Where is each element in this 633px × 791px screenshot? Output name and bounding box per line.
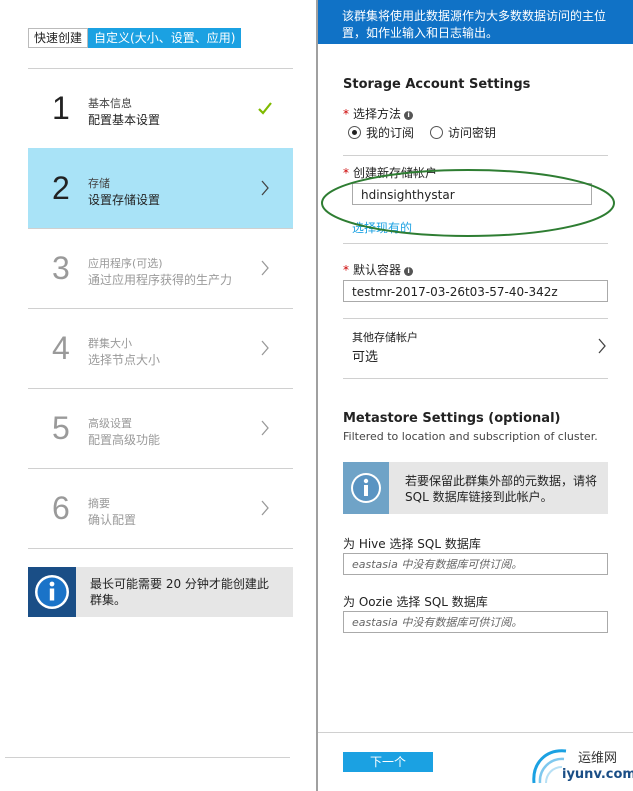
default-container-label-text: 默认容器 [353,263,402,277]
default-container-input[interactable]: testmr-2017-03-26t03-57-40-342z [343,280,608,302]
creation-time-notice: 最长可能需要 20 分钟才能创建此群集。 [28,567,293,617]
step-subtitle: 配置高级功能 [88,433,161,447]
watermark-text: 运维网 [578,751,618,766]
radio-label: 我的订阅 [366,126,415,140]
checkmark-icon [258,102,272,115]
chevron-right-icon [598,338,606,354]
radio-my-subscription[interactable]: 我的订阅 [348,124,414,141]
watermark-url: iyunv.com [562,767,633,782]
radio-label: 访问密钥 [448,126,497,140]
step-advanced[interactable]: 5 高级设置 配置高级功能 [28,388,293,468]
info-icon [343,462,389,514]
chevron-right-icon [261,420,269,436]
other-storage-accounts-row[interactable]: 其他存储帐户 可选 [343,318,608,378]
step-title: 摘要 [88,497,110,510]
step-title: 高级设置 [88,417,132,430]
chevron-right-icon [261,180,269,196]
required-marker: * [343,107,349,121]
next-button[interactable]: 下一个 [343,752,433,772]
radio-button[interactable] [430,126,443,139]
metastore-heading: Metastore Settings (optional) [343,411,561,426]
step-subtitle: 通过应用程序获得的生产力 [88,273,233,287]
custom-tab[interactable]: 自定义(大小、设置、应用) [88,28,242,48]
metastore-subheading: Filtered to location and subscription of… [343,430,598,443]
divider [343,378,608,379]
step-subtitle: 设置存储设置 [88,193,161,207]
step-applications[interactable]: 3 应用程序(可选) 通过应用程序获得的生产力 [28,228,293,308]
notice-text: 最长可能需要 20 分钟才能创建此群集。 [90,577,269,607]
oozie-db-label: 为 Oozie 选择 SQL 数据库 [343,595,488,609]
method-label: * 选择方法 i [343,105,414,122]
default-container-label: * 默认容器 i [343,261,414,278]
metastore-notice: 若要保留此群集外部的元数据，请将 SQL 数据库链接到此帐户。 [343,462,608,514]
info-icon: i [404,111,414,120]
method-label-text: 选择方法 [353,107,402,121]
step-subtitle: 确认配置 [88,513,137,527]
step-title: 群集大小 [88,337,132,350]
step-number: 1 [52,90,70,126]
step-basics[interactable]: 1 基本信息 配置基本设置 [28,68,293,148]
step-title: 基本信息 [88,97,132,110]
step-number: 6 [52,490,70,526]
divider [343,243,608,244]
bottom-divider [5,757,290,758]
oozie-db-selector[interactable]: eastasia 中没有数据库可供订阅。 [343,611,608,633]
info-icon [28,567,76,617]
step-number: 2 [52,170,70,206]
step-summary[interactable]: 6 摘要 确认配置 [28,468,293,548]
other-storage-title: 其他存储帐户 [352,331,418,344]
mode-toggle: 快速创建 自定义(大小、设置、应用) [28,28,242,48]
other-storage-value: 可选 [352,350,379,365]
chevron-right-icon [261,260,269,276]
hive-db-label: 为 Hive 选择 SQL 数据库 [343,537,481,551]
step-title: 应用程序(可选) [88,257,163,270]
footer-divider [318,732,633,733]
quick-create-tab[interactable]: 快速创建 [28,28,89,48]
step-number: 5 [52,410,70,446]
annotation-ellipse [321,169,615,237]
radio-access-key[interactable]: 访问密钥 [430,124,496,141]
step-subtitle: 选择节点大小 [88,353,161,367]
chevron-right-icon [261,500,269,516]
banner-text: 该群集将使用此数据源作为大多数数据访问的主位置，如作业输入和日志输出。 [342,9,607,40]
storage-blade: 该群集将使用此数据源作为大多数数据访问的主位置，如作业输入和日志输出。 Stor… [318,0,633,791]
data-source-banner: 该群集将使用此数据源作为大多数数据访问的主位置，如作业输入和日志输出。 [318,0,633,44]
info-icon: i [404,267,414,276]
step-subtitle: 配置基本设置 [88,113,161,127]
chevron-right-icon [261,340,269,356]
divider [28,548,293,549]
storage-heading: Storage Account Settings [343,77,531,92]
site-watermark: 运维网 iyunv.com [528,741,633,789]
step-cluster-size[interactable]: 4 群集大小 选择节点大小 [28,308,293,388]
step-number: 3 [52,250,70,286]
steps-blade: 快速创建 自定义(大小、设置、应用) 1 基本信息 配置基本设置 2 存储 设置… [0,0,316,791]
notice-text: 若要保留此群集外部的元数据，请将 SQL 数据库链接到此帐户。 [405,474,598,504]
step-storage[interactable]: 2 存储 设置存储设置 [28,148,293,228]
step-number: 4 [52,330,70,366]
radio-button-selected[interactable] [348,126,361,139]
hive-db-selector[interactable]: eastasia 中没有数据库可供订阅。 [343,553,608,575]
required-marker: * [343,263,349,277]
step-title: 存储 [88,177,110,190]
